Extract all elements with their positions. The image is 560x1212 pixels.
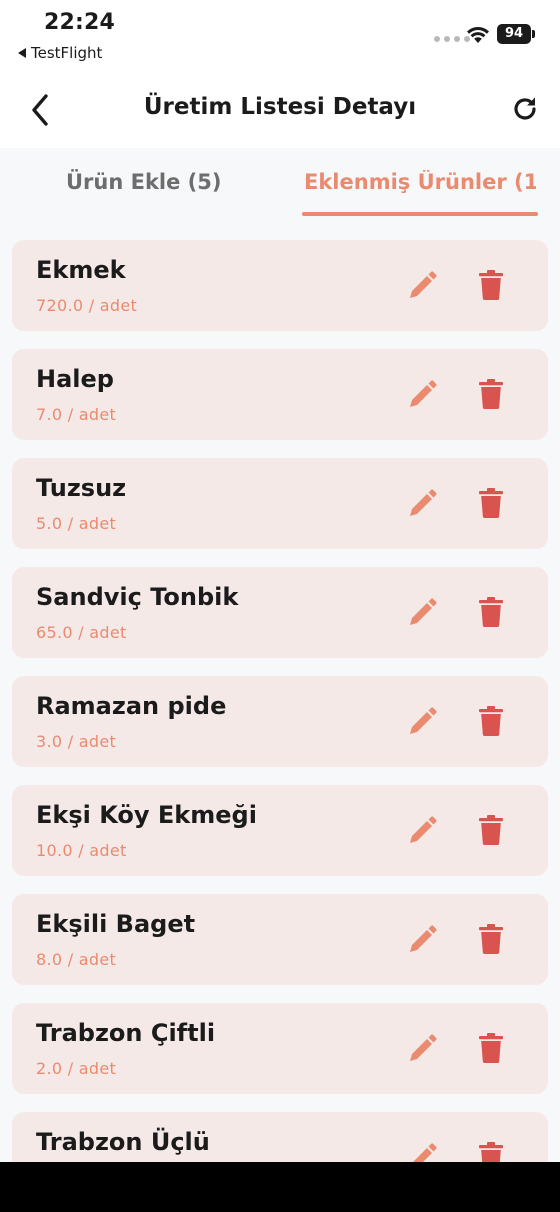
product-name: Ekşili Baget [36, 910, 196, 938]
delete-button[interactable] [478, 815, 504, 845]
tab-add-product[interactable]: Ürün Ekle (5) [66, 170, 222, 194]
product-quantity: 10.0 / adet [36, 841, 127, 860]
trash-icon [479, 488, 503, 518]
back-to-app-link[interactable]: TestFlight [18, 44, 102, 62]
delete-button[interactable] [478, 706, 504, 736]
list-item: Halep 7.0 / adet [12, 349, 548, 440]
trash-icon [479, 379, 503, 409]
product-name: Trabzon Çiftli [36, 1019, 216, 1047]
bottom-bar [0, 1162, 560, 1212]
list-item: Ramazan pide 3.0 / adet [12, 676, 548, 767]
edit-button[interactable] [406, 379, 438, 411]
delete-button[interactable] [478, 270, 504, 300]
back-app-label: TestFlight [31, 44, 103, 62]
refresh-button[interactable] [510, 94, 540, 124]
product-quantity: 7.0 / adet [36, 405, 117, 424]
edit-button[interactable] [406, 815, 438, 847]
pencil-icon [410, 925, 437, 952]
product-list: Ekmek 720.0 / adet Halep 7.0 / adet Tuzs… [12, 240, 548, 1212]
delete-button[interactable] [478, 1033, 504, 1063]
list-item: Ekmek 720.0 / adet [12, 240, 548, 331]
product-quantity: 2.0 / adet [36, 1059, 117, 1078]
trash-icon [479, 597, 503, 627]
pencil-icon [410, 380, 437, 407]
screen: 22:24 TestFlight 94 Üretim Listesi Detay… [0, 0, 560, 1212]
trash-icon [479, 815, 503, 845]
tab-bar: Ürün Ekle (5) Eklenmiş Ürünler (18) [0, 148, 560, 220]
list-item: Ekşili Baget 8.0 / adet [12, 894, 548, 985]
product-quantity: 8.0 / adet [36, 950, 117, 969]
delete-button[interactable] [478, 379, 504, 409]
list-item: Tuzsuz 5.0 / adet [12, 458, 548, 549]
refresh-icon [514, 97, 536, 120]
back-triangle-icon [18, 48, 26, 58]
edit-button[interactable] [406, 924, 438, 956]
pencil-icon [410, 598, 437, 625]
battery-indicator: 94 [497, 24, 535, 44]
wifi-icon [466, 24, 490, 44]
delete-button[interactable] [478, 488, 504, 518]
list-item: Sandviç Tonbik 65.0 / adet [12, 567, 548, 658]
delete-button[interactable] [478, 924, 504, 954]
tab-added-products[interactable]: Eklenmiş Ürünler (18) [304, 170, 536, 194]
product-name: Sandviç Tonbik [36, 583, 239, 611]
product-quantity: 720.0 / adet [36, 296, 138, 315]
pencil-icon [410, 707, 437, 734]
product-name: Trabzon Üçlü [36, 1128, 210, 1156]
product-quantity: 5.0 / adet [36, 514, 117, 533]
edit-button[interactable] [406, 270, 438, 302]
product-quantity: 3.0 / adet [36, 732, 117, 751]
pencil-icon [410, 489, 437, 516]
navigation-bar: Üretim Listesi Detayı [0, 72, 560, 148]
edit-button[interactable] [406, 488, 438, 520]
product-name: Ramazan pide [36, 692, 227, 720]
trash-icon [479, 270, 503, 300]
status-bar: 22:24 TestFlight 94 [0, 0, 560, 72]
trash-icon [479, 1033, 503, 1063]
cellular-signal-icon [434, 36, 470, 42]
trash-icon [479, 706, 503, 736]
delete-button[interactable] [478, 597, 504, 627]
page-title: Üretim Listesi Detayı [143, 94, 417, 120]
edit-button[interactable] [406, 706, 438, 738]
product-name: Ekşi Köy Ekmeği [36, 801, 257, 829]
pencil-icon [410, 816, 437, 843]
trash-icon [479, 924, 503, 954]
status-time: 22:24 [44, 10, 116, 35]
edit-button[interactable] [406, 597, 438, 629]
pencil-icon [410, 1034, 437, 1061]
product-name: Halep [36, 365, 114, 393]
list-item: Trabzon Çiftli 2.0 / adet [12, 1003, 548, 1094]
list-item: Ekşi Köy Ekmeği 10.0 / adet [12, 785, 548, 876]
product-name: Tuzsuz [36, 474, 127, 502]
edit-button[interactable] [406, 1033, 438, 1065]
active-tab-indicator [302, 212, 538, 216]
product-quantity: 65.0 / adet [36, 623, 127, 642]
product-name: Ekmek [36, 256, 126, 284]
pencil-icon [410, 271, 437, 298]
